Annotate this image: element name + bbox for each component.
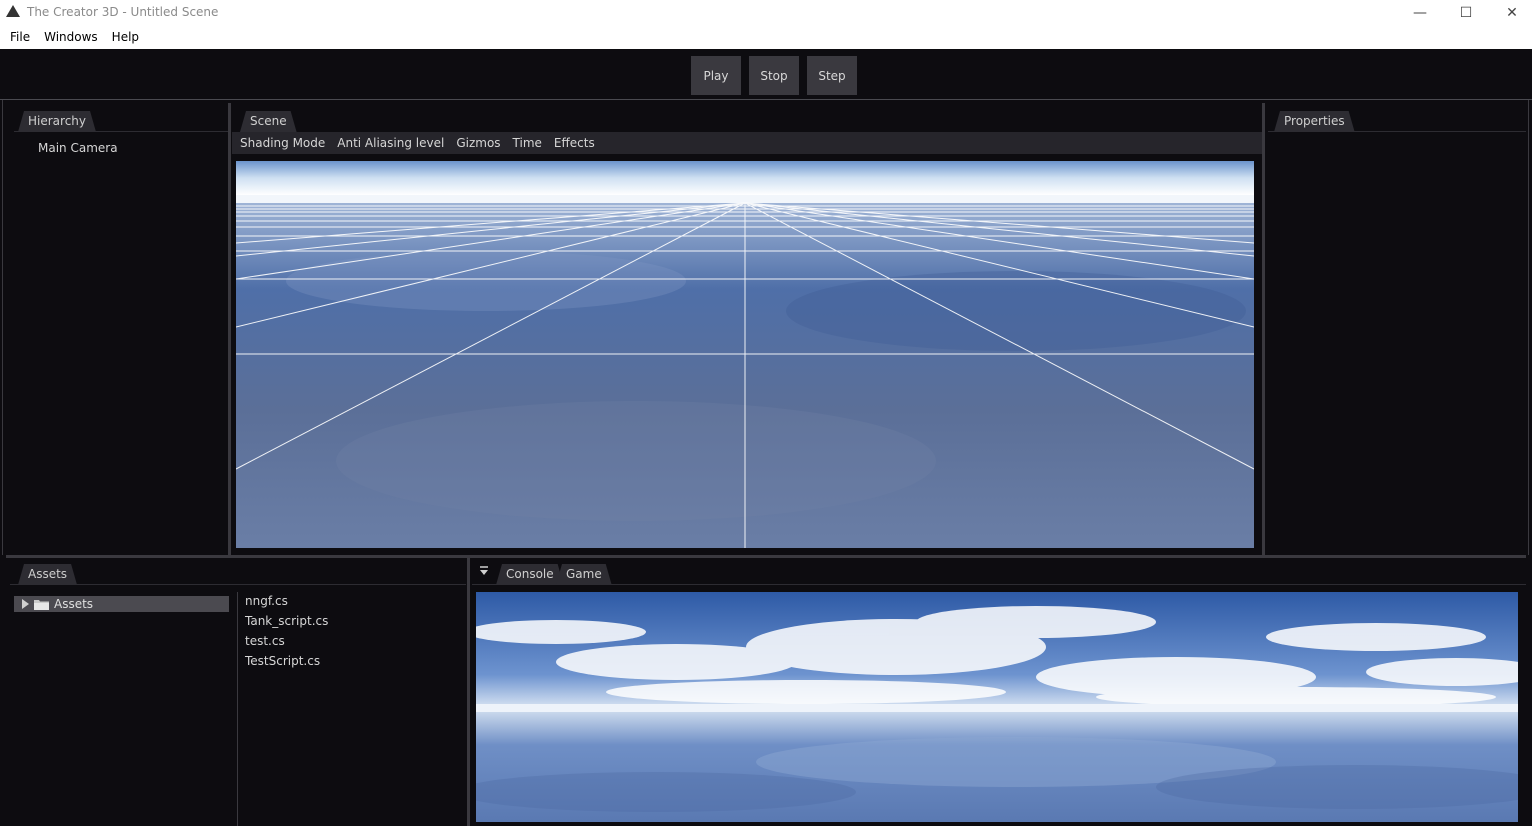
minimize-icon: — bbox=[1413, 4, 1427, 21]
shading-mode-menu[interactable]: Shading Mode bbox=[234, 136, 331, 150]
tab-assets[interactable]: Assets bbox=[18, 564, 77, 585]
assets-tabstrip bbox=[10, 584, 466, 585]
tab-console[interactable]: Console bbox=[496, 564, 564, 585]
playback-toolbar: Play Stop Step bbox=[0, 49, 1532, 99]
folder-icon bbox=[34, 600, 49, 610]
scene-render bbox=[236, 161, 1254, 548]
asset-file-item[interactable]: TestScript.cs bbox=[245, 654, 320, 668]
menu-bar: File Windows Help bbox=[0, 25, 1532, 49]
scene-viewport[interactable] bbox=[236, 161, 1254, 548]
game-viewport[interactable] bbox=[476, 592, 1518, 822]
game-tabstrip bbox=[472, 584, 1526, 585]
stop-button[interactable]: Stop bbox=[749, 56, 799, 95]
asset-file-item[interactable]: Tank_script.cs bbox=[245, 614, 328, 628]
title-bar: The Creator 3D - Untitled Scene — ☐ ✕ bbox=[0, 0, 1532, 25]
game-render bbox=[476, 592, 1518, 822]
toolbar-divider bbox=[0, 99, 1532, 100]
bottom-splitter[interactable] bbox=[6, 555, 1526, 558]
window-title: The Creator 3D - Untitled Scene bbox=[27, 5, 219, 19]
step-button[interactable]: Step bbox=[807, 56, 857, 95]
properties-tabstrip bbox=[1268, 131, 1526, 132]
hierarchy-splitter[interactable] bbox=[228, 103, 231, 555]
minimize-button[interactable]: — bbox=[1397, 0, 1443, 25]
close-button[interactable]: ✕ bbox=[1489, 0, 1532, 25]
effects-menu[interactable]: Effects bbox=[548, 136, 601, 150]
gizmos-menu[interactable]: Gizmos bbox=[450, 136, 506, 150]
expand-arrow-icon[interactable] bbox=[22, 599, 29, 609]
editor-window: The Creator 3D - Untitled Scene — ☐ ✕ Fi… bbox=[0, 0, 1532, 826]
app-logo-icon bbox=[6, 5, 20, 17]
tab-hierarchy[interactable]: Hierarchy bbox=[18, 111, 96, 132]
time-menu[interactable]: Time bbox=[507, 136, 548, 150]
tab-scene[interactable]: Scene bbox=[240, 111, 297, 132]
assets-list-divider bbox=[237, 592, 238, 826]
tab-game[interactable]: Game bbox=[556, 564, 612, 585]
hierarchy-tabstrip bbox=[14, 131, 228, 132]
menu-help[interactable]: Help bbox=[105, 25, 146, 49]
assets-splitter[interactable] bbox=[467, 558, 470, 826]
right-border bbox=[1528, 100, 1529, 555]
assets-tree-label[interactable]: Assets bbox=[54, 597, 93, 611]
play-button[interactable]: Play bbox=[691, 56, 741, 95]
scene-menu-bar: Shading Mode Anti Aliasing level Gizmos … bbox=[232, 132, 1262, 154]
panel-dropdown-icon[interactable] bbox=[479, 566, 489, 576]
left-border bbox=[2, 100, 3, 555]
menu-file[interactable]: File bbox=[3, 25, 37, 49]
menu-windows[interactable]: Windows bbox=[37, 25, 105, 49]
close-icon: ✕ bbox=[1506, 4, 1518, 21]
properties-splitter[interactable] bbox=[1262, 103, 1265, 555]
anti-aliasing-menu[interactable]: Anti Aliasing level bbox=[331, 136, 450, 150]
tab-properties[interactable]: Properties bbox=[1274, 111, 1355, 132]
maximize-button[interactable]: ☐ bbox=[1443, 0, 1489, 25]
asset-file-item[interactable]: test.cs bbox=[245, 634, 285, 648]
hierarchy-item[interactable]: Main Camera bbox=[38, 141, 118, 155]
maximize-icon: ☐ bbox=[1459, 4, 1473, 21]
asset-file-item[interactable]: nngf.cs bbox=[245, 594, 288, 608]
